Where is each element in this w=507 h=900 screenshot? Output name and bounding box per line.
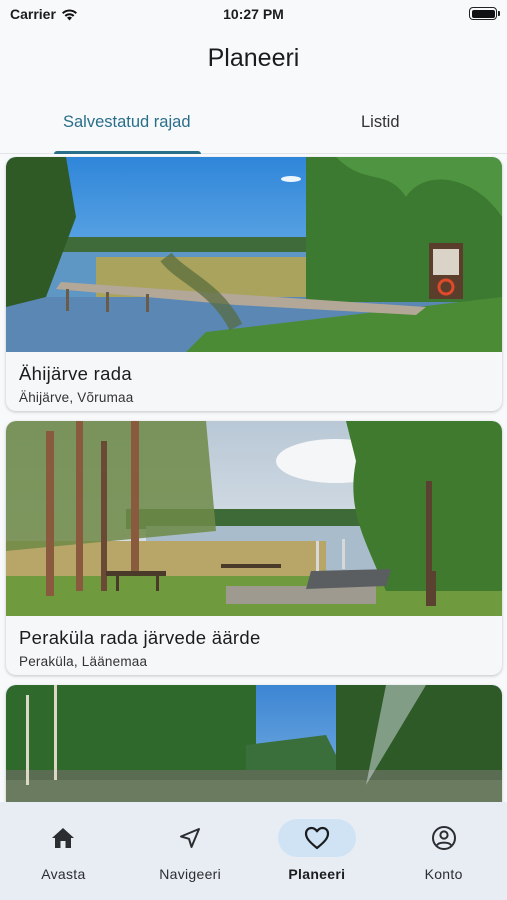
trail-photo: [6, 157, 502, 352]
heart-icon: [304, 826, 329, 850]
nav-active-pill: [277, 819, 356, 857]
status-bar: Carrier 10:27 PM: [0, 0, 507, 30]
nav-icon-container: [151, 819, 229, 857]
tab-lists[interactable]: Listid: [254, 100, 507, 153]
clock: 10:27 PM: [223, 6, 284, 22]
nav-label-konto: Konto: [424, 866, 463, 882]
tab-saved-trails-label: Salvestatud rajad: [63, 113, 191, 131]
active-tab-indicator: [54, 151, 201, 154]
nav-label-avasta: Avasta: [41, 866, 86, 882]
tab-saved-trails[interactable]: Salvestatud rajad: [0, 100, 254, 154]
nav-icon-container: [24, 819, 102, 857]
tab-lists-label: Listid: [360, 113, 400, 131]
home-icon: [52, 828, 75, 848]
tab-bar: Salvestatud rajad Listid: [0, 100, 507, 154]
saved-trails-list[interactable]: Ähijärve rada Ähijärve, Võrumaa Peraküla…: [0, 156, 507, 802]
trail-card[interactable]: Ähijärve rada Ähijärve, Võrumaa: [6, 157, 502, 411]
bottom-navigation: Avasta Navigeeri Planeeri Konto: [0, 802, 507, 900]
battery-icon: [469, 7, 500, 20]
nav-label-planeeri: Planeeri: [288, 866, 346, 882]
nav-icon-container: [405, 819, 483, 857]
trail-location: Peraküla, Läänemaa: [19, 654, 148, 669]
nav-item-avasta[interactable]: Avasta: [0, 802, 127, 900]
nav-item-navigeeri[interactable]: Navigeeri: [127, 802, 254, 900]
nav-item-konto[interactable]: Konto: [380, 802, 507, 900]
trail-card[interactable]: [6, 685, 502, 802]
page-title: Planeeri: [207, 44, 300, 72]
nav-label-navigeeri: Navigeeri: [159, 866, 222, 882]
trail-title: Peraküla rada järvede äärde: [19, 627, 261, 648]
account-circle-icon: [431, 826, 456, 850]
trail-card[interactable]: Peraküla rada järvede äärde Peraküla, Lä…: [6, 421, 502, 675]
nav-item-planeeri[interactable]: Planeeri: [254, 802, 381, 900]
trail-photo: [6, 685, 502, 802]
trail-photo: [6, 421, 502, 616]
navigation-arrow-icon: [180, 828, 201, 848]
trail-location: Ähijärve, Võrumaa: [19, 390, 134, 405]
trail-title: Ähijärve rada: [19, 363, 132, 384]
